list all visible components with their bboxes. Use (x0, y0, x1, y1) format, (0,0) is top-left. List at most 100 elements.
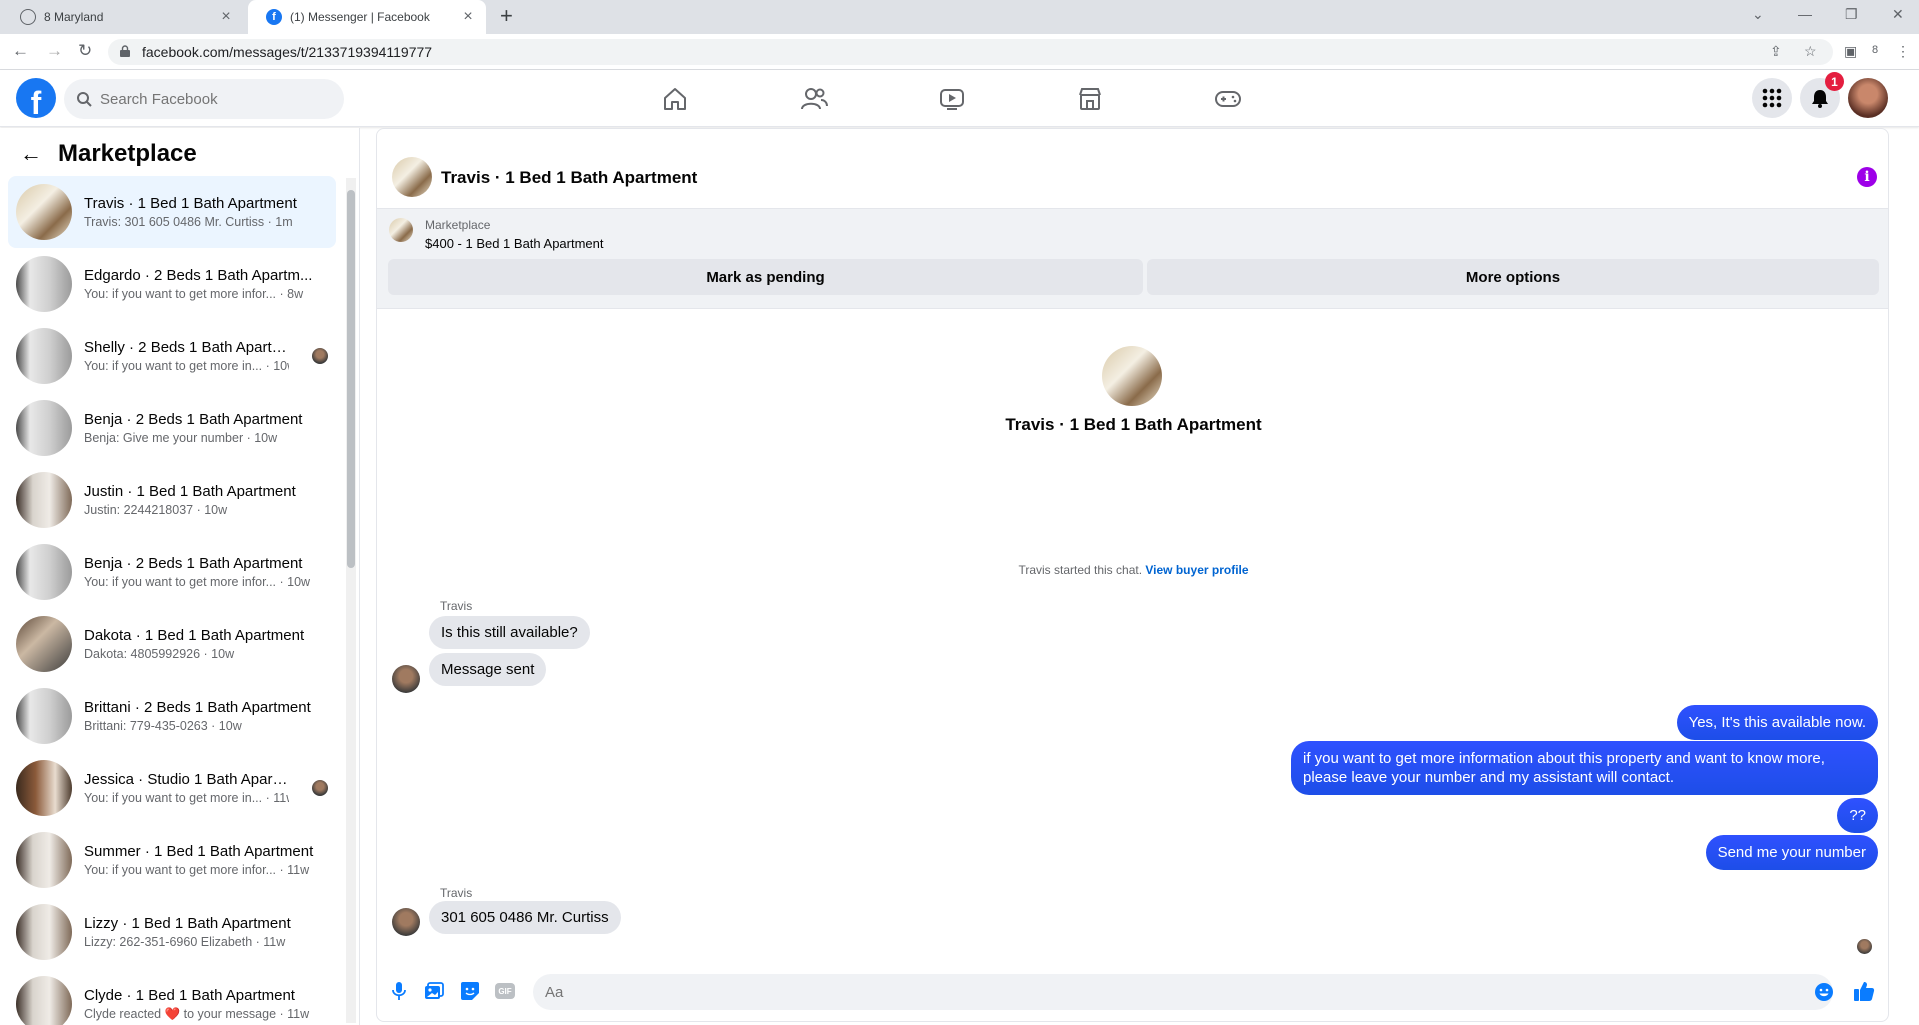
mark-as-pending-button[interactable]: Mark as pending (388, 259, 1143, 295)
sidebar-header: ← Marketplace (0, 128, 359, 180)
conversation-item[interactable]: Clyde · 1 Bed 1 Bath Apartment Clyde reac… (8, 968, 336, 1025)
back-icon[interactable]: ← (12, 41, 29, 61)
extension-count[interactable]: 8 (1872, 44, 1878, 56)
conversation-item[interactable]: Justin · 1 Bed 1 Bath Apartment Justin: 2… (8, 464, 336, 536)
menu-kebab-icon[interactable]: ⋮ (1896, 43, 1910, 60)
menu-grid-button[interactable] (1752, 78, 1792, 118)
outgoing-message[interactable]: Send me your number (1705, 835, 1878, 870)
conversation-item[interactable]: Brittani · 2 Beds 1 Bath Apartment Britta… (8, 680, 336, 752)
conversation-item[interactable]: Lizzy · 1 Bed 1 Bath Apartment Lizzy: 262… (8, 896, 336, 968)
conversation-preview: You: if you want to get more infor... · … (84, 287, 304, 301)
incoming-message[interactable]: Is this still available? (429, 616, 590, 649)
conversation-item[interactable]: Shelly · 2 Beds 1 Bath Apartm... You: if … (8, 320, 336, 392)
seen-avatar (312, 780, 328, 796)
forward-icon[interactable]: → (46, 41, 63, 61)
microphone-icon[interactable] (389, 981, 409, 1001)
account-avatar[interactable] (1848, 78, 1888, 118)
listing-thumbnail (16, 544, 72, 600)
home-icon[interactable] (660, 84, 690, 114)
new-tab-button[interactable]: + (500, 5, 513, 27)
address-bar[interactable]: facebook.com/messages/t/2133719394119777 (108, 39, 1833, 65)
listing-thumbnail (16, 472, 72, 528)
bell-icon (1812, 90, 1828, 108)
listing-thumbnail (16, 184, 72, 240)
incoming-message[interactable]: Message sent (429, 653, 547, 686)
more-options-button[interactable]: More options (1147, 259, 1879, 295)
conversation-item[interactable]: Edgardo · 2 Beds 1 Bath Apartm... You: if… (8, 248, 336, 320)
listing-thumbnail (389, 218, 413, 242)
chat-title[interactable]: Travis · 1 Bed 1 Bath Apartment (441, 168, 697, 188)
message-composer: GIF (377, 967, 1888, 1017)
started-text: Travis started this chat. (1018, 563, 1143, 577)
conversation-preview: You: if you want to get more infor... · … (84, 575, 311, 589)
tab-title: 8 Maryland (44, 10, 104, 24)
message-input-box[interactable] (533, 974, 1833, 1010)
search-input[interactable] (100, 90, 330, 108)
outgoing-message[interactable]: Yes, It's this available now. (1676, 705, 1878, 740)
friends-icon[interactable] (799, 84, 829, 114)
conversation-preview: Dakota: 4805992926 · 10w (84, 647, 235, 661)
facebook-favicon-icon: f (266, 9, 282, 25)
close-window-button[interactable]: ✕ (1892, 6, 1904, 23)
conversation-item[interactable]: Benja · 2 Beds 1 Bath Apartment Benja: Gi… (8, 392, 336, 464)
emoji-icon[interactable] (1814, 982, 1834, 1002)
message-input[interactable] (545, 983, 1785, 1001)
minimize-button[interactable]: — (1798, 6, 1812, 22)
sidebar-scrollbar-thumb[interactable] (347, 190, 355, 568)
listing-thumbnail (16, 832, 72, 888)
conversation-preview: You: if you want to get more in... · 11w (84, 791, 289, 805)
photo-icon[interactable] (424, 981, 444, 1001)
conversation-title: Summer · 1 Bed 1 Bath Apartment (84, 843, 314, 860)
outgoing-message[interactable]: if you want to get more information abou… (1291, 741, 1878, 795)
conversation-title: Lizzy · 1 Bed 1 Bath Apartment (84, 915, 291, 932)
thumbs-up-icon[interactable] (1852, 979, 1876, 1003)
back-arrow-icon[interactable]: ← (20, 141, 42, 167)
bookmark-star-icon[interactable]: ☆ (1804, 43, 1817, 60)
notifications-button[interactable]: 1 (1800, 72, 1844, 118)
conversation-title: Edgardo · 2 Beds 1 Bath Apartm... (84, 267, 313, 284)
close-icon[interactable]: × (218, 8, 234, 26)
restore-button[interactable]: ❐ (1845, 6, 1858, 23)
conversation-item[interactable]: Jessica · Studio 1 Bath Apartm... You: if… (8, 752, 336, 824)
listing-thumbnail (16, 688, 72, 744)
gif-icon[interactable]: GIF (495, 983, 515, 999)
chat-started-note: Travis started this chat. View buyer pro… (377, 563, 1888, 577)
conversation-item[interactable]: Dakota · 1 Bed 1 Bath Apartment Dakota: 4… (8, 608, 336, 680)
listing-price[interactable]: $400 - 1 Bed 1 Bath Apartment (425, 236, 604, 251)
conversation-item[interactable]: Summer · 1 Bed 1 Bath Apartment You: if y… (8, 824, 336, 896)
facebook-logo[interactable]: f (16, 78, 56, 118)
conversation-title: Travis · 1 Bed 1 Bath Apartment (84, 195, 297, 212)
url-text: facebook.com/messages/t/2133719394119777 (142, 44, 433, 60)
logo-letter: f (30, 85, 42, 118)
conversation-item[interactable]: Travis · 1 Bed 1 Bath Apartment Travis: 3… (8, 176, 336, 248)
tab-maryland[interactable]: 8 Maryland × (2, 0, 244, 34)
search-icon (77, 92, 92, 107)
outgoing-message[interactable]: ?? (1837, 798, 1878, 833)
watch-icon[interactable] (937, 84, 967, 114)
sticker-icon[interactable] (460, 981, 480, 1001)
intro-name: Travis · 1 Bed 1 Bath Apartment (1005, 415, 1262, 434)
share-icon[interactable]: ⇪ (1770, 43, 1782, 60)
conversation-preview: Clyde reacted ❤️ to your message · 11w (84, 1006, 310, 1021)
chat-avatar[interactable] (392, 157, 432, 197)
sidepanel-icon[interactable]: ▣ (1844, 43, 1857, 60)
reload-icon[interactable]: ↻ (78, 41, 92, 61)
search-box[interactable] (64, 79, 344, 119)
close-icon[interactable]: × (460, 8, 476, 26)
chat-panel: Travis · 1 Bed 1 Bath Apartment i Market… (376, 128, 1889, 1022)
sender-avatar (392, 908, 420, 936)
conversation-title: Dakota · 1 Bed 1 Bath Apartment (84, 627, 305, 644)
view-buyer-profile-link[interactable]: View buyer profile (1145, 563, 1248, 577)
seen-avatar (312, 348, 328, 364)
tab-search-icon[interactable]: ⌄ (1752, 6, 1764, 23)
conversation-preview: Benja: Give me your number · 10w (84, 431, 278, 445)
marketplace-icon[interactable] (1075, 84, 1105, 114)
conversation-preview: Travis: 301 605 0486 Mr. Curtiss · 1m (84, 215, 293, 229)
globe-icon (20, 9, 36, 25)
incoming-message[interactable]: 301 605 0486 Mr. Curtiss (429, 901, 621, 934)
tab-messenger[interactable]: f (1) Messenger | Facebook × (248, 0, 486, 34)
gaming-icon[interactable] (1213, 84, 1243, 114)
listing-thumbnail (16, 400, 72, 456)
info-icon[interactable]: i (1857, 167, 1877, 187)
conversation-item[interactable]: Benja · 2 Beds 1 Bath Apartment You: if y… (8, 536, 336, 608)
